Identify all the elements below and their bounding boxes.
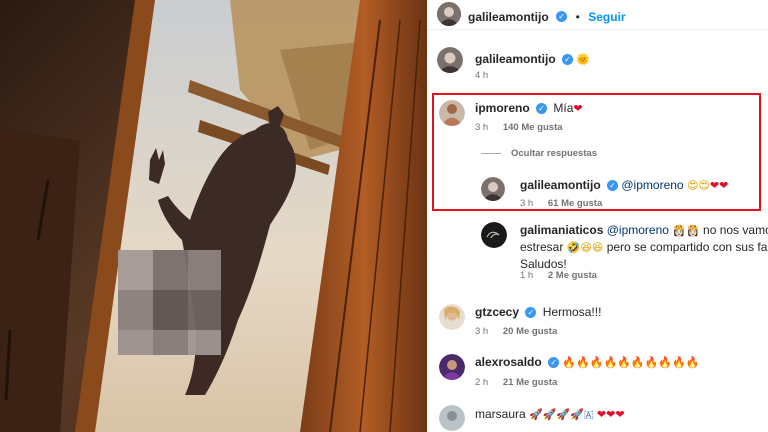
follow-button[interactable]: Seguir: [588, 10, 625, 24]
comment-avatar[interactable]: [439, 354, 465, 380]
comment-avatar[interactable]: [439, 304, 465, 330]
comment-meta: 1 h 2 Me gusta: [520, 270, 609, 281]
verified-badge-icon: ✓: [556, 11, 568, 23]
comment-meta: 3 h 20 Me gusta: [475, 326, 569, 337]
comments-panel: galileamontijo ✓ • Seguir galileamontijo…: [427, 0, 768, 432]
author-avatar[interactable]: [437, 2, 461, 26]
photo-illustration: [0, 0, 427, 432]
comment-time: 2 h: [475, 377, 489, 388]
comment-body: no nos vamos a: [703, 223, 768, 237]
comment-body: Hermosa!!!: [542, 305, 602, 319]
post-photo: [0, 0, 427, 432]
reply-text: galimaniaticos @ipmoreno 👸🏻👸🏻 no nos vam…: [520, 222, 768, 272]
comment-likes[interactable]: 21 Me gusta: [503, 377, 557, 388]
comment-avatar[interactable]: [437, 47, 463, 73]
post-header: galileamontijo ✓ • Seguir: [427, 0, 768, 30]
comment-text: marsaura 🚀🚀🚀🚀🇦 ❤❤❤: [475, 406, 625, 423]
comment-text: alexrosaldo ✓ 🔥🔥🔥🔥🔥🔥🔥🔥🔥🔥: [475, 354, 699, 371]
reply-avatar[interactable]: [481, 222, 507, 248]
comment-text: gtzcecy ✓ Hermosa!!!: [475, 304, 601, 320]
comment-body: pero se compartido con sus fans!: [606, 240, 768, 254]
verified-badge-icon: ✓: [562, 54, 574, 66]
mention-link[interactable]: @ipmoreno: [607, 223, 669, 237]
comment-time: 4 h: [475, 70, 489, 81]
comment-username[interactable]: alexrosaldo: [475, 355, 542, 369]
verified-badge-icon: ✓: [525, 307, 537, 319]
comment-text: galileamontijo ✓ 🌞: [475, 51, 590, 68]
comment-username[interactable]: gtzcecy: [475, 305, 519, 319]
comment-username[interactable]: galimaniaticos: [520, 223, 603, 237]
fire-emoji-icon: 🔥🔥🔥🔥🔥🔥🔥🔥🔥🔥: [562, 356, 700, 369]
comment-likes[interactable]: 20 Me gusta: [503, 326, 557, 337]
highlight-box: [432, 93, 761, 211]
verified-badge-icon: ✓: [548, 357, 560, 369]
comment-body: estresar: [520, 240, 564, 254]
header-username[interactable]: galileamontijo: [468, 10, 549, 24]
comment-username[interactable]: marsaura: [475, 407, 526, 421]
comment-username[interactable]: galileamontijo: [475, 52, 556, 66]
comment-likes[interactable]: 2 Me gusta: [548, 270, 597, 281]
princess-emoji-icon: 👸🏻👸🏻: [672, 224, 700, 237]
comment-time: 1 h: [520, 270, 534, 281]
rocket-emoji-icon: 🚀🚀🚀🚀🇦: [529, 408, 594, 421]
heart-emoji-icon: ❤❤❤: [596, 408, 625, 421]
comment-meta: 2 h 21 Me gusta: [475, 377, 569, 388]
pixelated-censor: [118, 250, 221, 355]
comment-time: 3 h: [475, 326, 489, 337]
separator-dot: •: [575, 10, 580, 24]
comment-body: Saludos!: [520, 257, 567, 271]
laughing-emoji-icon: 🤣😆😆: [566, 241, 604, 254]
comment-avatar[interactable]: [439, 405, 465, 431]
comment-meta: 4 h: [475, 70, 500, 81]
sun-emoji-icon: 🌞: [576, 53, 591, 66]
